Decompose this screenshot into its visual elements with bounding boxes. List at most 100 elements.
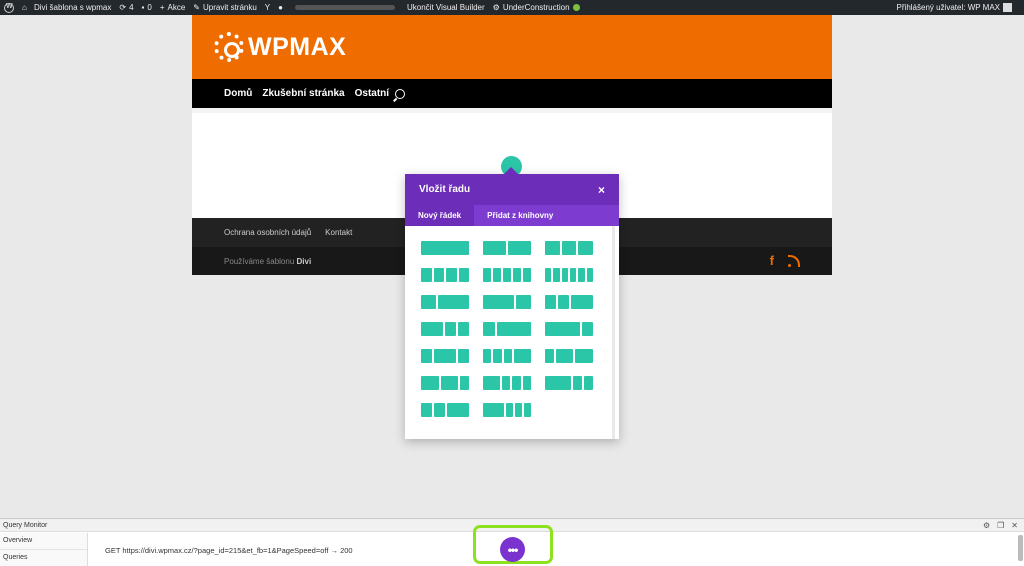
row-layout-option[interactable] bbox=[421, 295, 469, 309]
row-layout-option[interactable] bbox=[421, 322, 469, 336]
close-icon[interactable]: × bbox=[598, 183, 605, 197]
row-layout-option[interactable] bbox=[483, 295, 531, 309]
redacted-item bbox=[294, 5, 395, 10]
layout-column bbox=[447, 403, 469, 417]
popout-icon[interactable]: ❐ bbox=[997, 521, 1004, 530]
layout-column bbox=[575, 349, 593, 363]
row-layout-option[interactable] bbox=[421, 268, 469, 282]
refresh-icon: ⟳ bbox=[119, 3, 127, 12]
layout-column bbox=[558, 295, 569, 309]
comment-icon: ▪ bbox=[141, 3, 145, 12]
layout-column bbox=[569, 268, 577, 282]
layout-column bbox=[483, 241, 506, 255]
row-layout-option[interactable] bbox=[483, 403, 531, 417]
footer-credits: Používáme šablonu Divi bbox=[224, 257, 311, 266]
layout-column bbox=[493, 268, 501, 282]
updates-link[interactable]: ⟳ 4 bbox=[115, 0, 137, 15]
row-layout-option[interactable] bbox=[483, 268, 531, 282]
layout-column bbox=[483, 376, 500, 390]
qm-panel-overview[interactable]: Overview bbox=[0, 533, 87, 550]
tab-new-row[interactable]: Nový řádek bbox=[405, 205, 475, 226]
gear-icon bbox=[214, 32, 244, 62]
layout-column bbox=[501, 376, 511, 390]
layout-column bbox=[561, 268, 568, 282]
row-layout-option[interactable] bbox=[421, 241, 469, 255]
edit-page-link[interactable]: ✎ Upravit stránku bbox=[189, 0, 261, 15]
under-construction-link[interactable]: ⚙ UnderConstruction bbox=[489, 0, 584, 15]
layout-column bbox=[578, 241, 593, 255]
row-layout-option[interactable] bbox=[545, 376, 593, 390]
query-monitor-title: Query Monitor bbox=[3, 521, 48, 529]
row-layout-option[interactable] bbox=[483, 376, 531, 390]
query-monitor-controls: ⚙ ❐ ✕ bbox=[983, 521, 1018, 530]
row-layout-option[interactable] bbox=[545, 295, 593, 309]
greeting-label: Přihlášený uživatel: WP MAX bbox=[896, 3, 1000, 12]
layout-column bbox=[440, 376, 459, 390]
row-layout-option[interactable] bbox=[483, 322, 531, 336]
settings-icon[interactable]: ⚙ bbox=[983, 521, 990, 530]
layout-column bbox=[571, 295, 593, 309]
layout-column bbox=[555, 349, 574, 363]
comments-link[interactable]: ▪ 0 bbox=[138, 0, 156, 15]
site-name-label: Divi šablona s wpmax bbox=[34, 3, 112, 12]
layout-column bbox=[545, 322, 580, 336]
wordpress-logo-button[interactable] bbox=[0, 0, 18, 15]
plus-icon: + bbox=[159, 3, 165, 12]
layout-column bbox=[553, 268, 560, 282]
comments-count: 0 bbox=[147, 3, 152, 12]
updates-count: 4 bbox=[129, 3, 134, 12]
row-layout-option[interactable] bbox=[421, 403, 469, 417]
nav-item-home[interactable]: Domů bbox=[224, 88, 252, 99]
row-layout-option[interactable] bbox=[545, 322, 593, 336]
modal-pointer bbox=[503, 167, 519, 175]
search-icon[interactable] bbox=[395, 88, 406, 99]
qm-panel-queries[interactable]: Queries bbox=[0, 550, 87, 566]
row-layout-option[interactable] bbox=[421, 349, 469, 363]
row-layout-option[interactable] bbox=[421, 376, 469, 390]
nav-item-test-page[interactable]: Zkušební stránka bbox=[262, 88, 344, 99]
row-layout-option[interactable] bbox=[545, 241, 593, 255]
builder-more-button[interactable]: ••• bbox=[500, 537, 525, 562]
layout-column bbox=[496, 322, 531, 336]
nav-item-other[interactable]: Ostatní bbox=[355, 88, 389, 99]
rss-icon[interactable] bbox=[788, 255, 800, 267]
layout-column bbox=[545, 241, 560, 255]
exit-visual-builder-link[interactable]: Ukončit Visual Builder bbox=[403, 0, 489, 15]
layout-column bbox=[421, 241, 469, 255]
modal-scrollbar[interactable] bbox=[612, 226, 615, 439]
layout-column bbox=[545, 295, 556, 309]
tab-add-from-library[interactable]: Přidat z knihovny bbox=[474, 205, 566, 226]
layout-column bbox=[503, 268, 511, 282]
main-nav: Domů Zkušební stránka Ostatní bbox=[192, 79, 832, 108]
row-layout-option[interactable] bbox=[483, 241, 531, 255]
new-content-link[interactable]: + Akce bbox=[156, 0, 189, 15]
layout-column bbox=[483, 349, 492, 363]
layout-column bbox=[458, 268, 469, 282]
layout-column bbox=[523, 268, 531, 282]
layout-column bbox=[421, 403, 432, 417]
footer-link-privacy[interactable]: Ochrana osobních údajů bbox=[224, 228, 311, 237]
site-logo[interactable]: WPMAX bbox=[214, 32, 346, 62]
layout-column bbox=[545, 268, 552, 282]
yoast-link[interactable]: Y bbox=[261, 0, 274, 15]
request-summary: GET https://divi.wpmax.cz/?page_id=215&e… bbox=[105, 546, 353, 555]
row-layout-option[interactable] bbox=[545, 349, 593, 363]
layout-column bbox=[446, 268, 457, 282]
close-icon[interactable]: ✕ bbox=[1011, 521, 1018, 530]
facebook-icon[interactable]: f bbox=[770, 254, 774, 267]
layout-column bbox=[573, 376, 583, 390]
query-monitor-scrollbar[interactable] bbox=[1018, 535, 1023, 561]
layout-column bbox=[483, 295, 514, 309]
layout-column bbox=[493, 349, 502, 363]
layout-column bbox=[586, 268, 593, 282]
logo-text: WPMAX bbox=[248, 32, 347, 61]
row-layout-option[interactable] bbox=[545, 268, 593, 282]
layout-column bbox=[483, 268, 491, 282]
credits-prefix: Používáme šablonu bbox=[224, 256, 295, 266]
site-name-link[interactable]: ⌂ Divi šablona s wpmax bbox=[18, 0, 115, 15]
my-account-link[interactable]: Přihlášený uživatel: WP MAX bbox=[897, 3, 1024, 12]
credits-theme[interactable]: Divi bbox=[297, 257, 312, 266]
row-layout-option[interactable] bbox=[483, 349, 531, 363]
layout-column bbox=[458, 349, 469, 363]
footer-link-contact[interactable]: Kontakt bbox=[325, 228, 352, 237]
